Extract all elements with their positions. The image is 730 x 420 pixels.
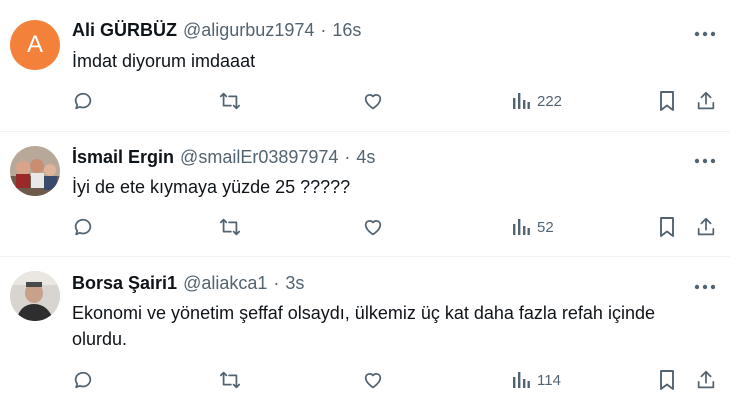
tweet-header: İsmail Ergin @smailEr03897974 · 4s [72, 147, 375, 168]
like-button[interactable] [362, 212, 384, 242]
bookmark-icon [660, 370, 674, 390]
more-icon [694, 31, 716, 37]
tweet-header: Borsa Şairi1 @aliakca1 · 3s [72, 273, 304, 294]
tweet-header: Ali GÜRBÜZ @aligurbuz1974 · 16s [72, 20, 361, 41]
reply-icon [74, 92, 92, 110]
author-name[interactable]: İsmail Ergin [72, 147, 174, 168]
bookmark-icon [660, 217, 674, 237]
like-icon [364, 94, 382, 110]
retweet-icon [219, 92, 241, 110]
reply-icon [74, 218, 92, 236]
avatar[interactable] [10, 271, 60, 321]
tweet[interactable]: Borsa Şairi1 @aliakca1 · 3s Ekonomi ve y… [0, 257, 730, 420]
like-button[interactable] [362, 365, 384, 395]
retweet-button[interactable] [218, 212, 242, 242]
share-icon [697, 217, 715, 236]
share-button[interactable] [695, 365, 717, 395]
reply-icon [74, 371, 92, 389]
timestamp[interactable]: 16s [332, 20, 361, 41]
share-button[interactable] [695, 86, 717, 116]
share-button[interactable] [695, 212, 717, 242]
separator-dot: · [320, 20, 327, 40]
tweet-actions: 52 [0, 212, 730, 242]
retweet-button[interactable] [218, 365, 242, 395]
tweet-actions: 114 [0, 365, 730, 395]
author-name[interactable]: Borsa Şairi1 [72, 273, 177, 294]
like-icon [364, 220, 382, 236]
separator-dot: · [273, 273, 280, 293]
retweet-icon [219, 218, 241, 236]
views-count: 52 [537, 218, 554, 236]
share-icon [697, 91, 715, 110]
like-button[interactable] [362, 86, 384, 116]
timestamp[interactable]: 4s [356, 147, 375, 168]
views-count: 222 [537, 92, 563, 110]
avatar-letter: A [26, 31, 43, 58]
author-handle[interactable]: @aliakca1 [183, 273, 267, 294]
more-button[interactable] [688, 277, 722, 297]
views-button[interactable]: 222 [511, 86, 562, 116]
views-icon [513, 372, 530, 388]
views-count: 114 [537, 371, 561, 389]
more-icon [694, 158, 716, 164]
author-handle[interactable]: @aligurbuz1974 [183, 20, 314, 41]
tweet[interactable]: A Ali GÜRBÜZ @aligurbuz1974 · 16s İmdat … [0, 0, 730, 132]
more-button[interactable] [688, 24, 722, 44]
more-icon [694, 284, 716, 290]
avatar-photo [10, 146, 60, 196]
bookmark-button[interactable] [657, 86, 677, 116]
retweet-icon [219, 371, 241, 389]
separator-dot: · [344, 147, 351, 167]
timestamp[interactable]: 3s [285, 273, 304, 294]
like-icon [364, 373, 382, 389]
retweet-button[interactable] [218, 86, 242, 116]
tweet-actions: 222 [0, 86, 730, 116]
bookmark-button[interactable] [657, 212, 677, 242]
tweet-text: Ekonomi ve yönetim şeffaf olsaydı, ülkem… [72, 303, 655, 349]
tweet-text: İyi de ete kıymaya yüzde 25 ????? [72, 177, 351, 197]
tweet-text: İmdat diyorum imdaaat [72, 51, 256, 71]
views-button[interactable]: 52 [511, 212, 554, 242]
reply-button[interactable] [72, 212, 94, 242]
tweet[interactable]: İsmail Ergin @smailEr03897974 · 4s İyi d… [0, 132, 730, 257]
author-name[interactable]: Ali GÜRBÜZ [72, 20, 177, 41]
views-button[interactable]: 114 [511, 365, 561, 395]
avatar-photo [10, 271, 60, 321]
more-button[interactable] [688, 151, 722, 171]
reply-button[interactable] [72, 86, 94, 116]
views-icon [513, 93, 530, 109]
views-icon [513, 219, 530, 235]
avatar[interactable] [10, 146, 60, 196]
bookmark-button[interactable] [657, 365, 677, 395]
avatar[interactable]: A [10, 20, 60, 70]
share-icon [697, 370, 715, 389]
reply-button[interactable] [72, 365, 94, 395]
bookmark-icon [660, 91, 674, 111]
author-handle[interactable]: @smailEr03897974 [180, 147, 338, 168]
